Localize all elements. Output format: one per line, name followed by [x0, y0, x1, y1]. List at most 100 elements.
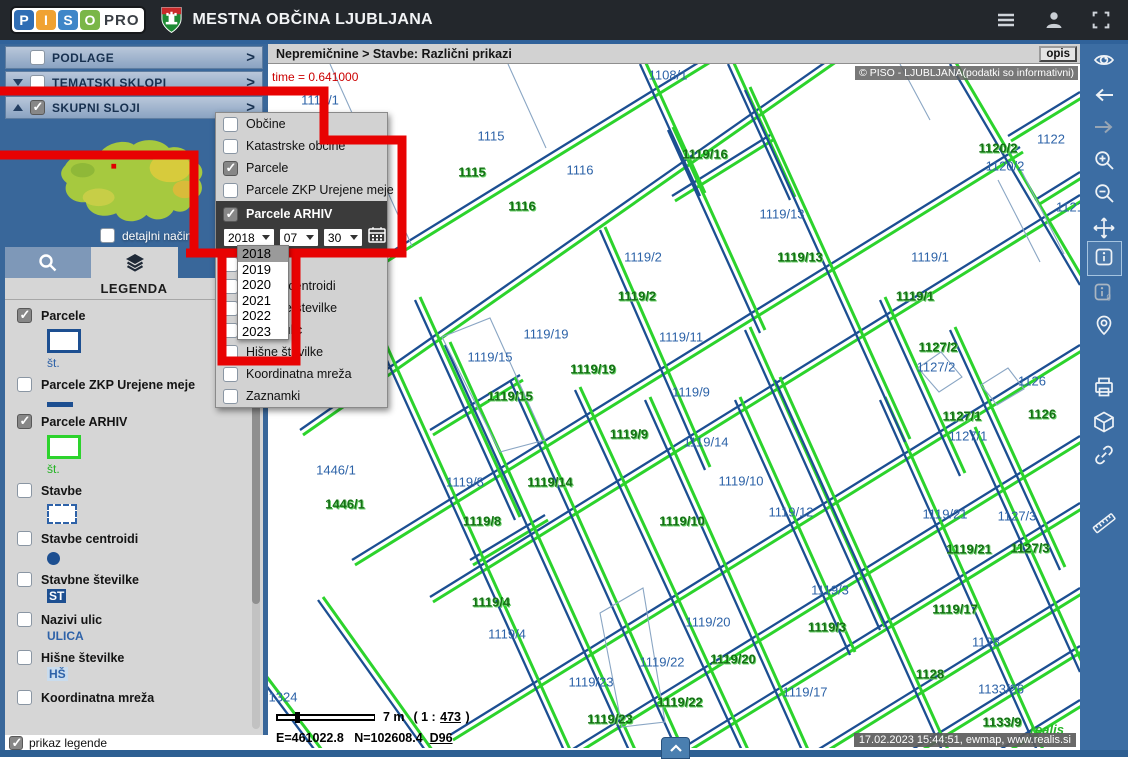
- legend-item-row: Parcele ARHIV: [17, 414, 263, 429]
- parcel-label-current: 1119/17: [782, 685, 827, 700]
- year-option[interactable]: 2022: [238, 308, 288, 324]
- parcel-label-archive: 1119/8: [463, 514, 501, 529]
- legend-item: Stavbe centroidi: [17, 531, 263, 565]
- year-option[interactable]: 2018: [238, 246, 288, 262]
- datum-link[interactable]: D96: [430, 731, 453, 745]
- menu-item-checkbox[interactable]: [223, 323, 238, 338]
- legend-label: Koordinatna mreža: [41, 691, 154, 705]
- legend-label: Parcele ARHIV: [41, 415, 127, 429]
- menu-item-label: Parcele ARHIV: [246, 207, 332, 221]
- legend-checkbox[interactable]: [17, 690, 32, 705]
- panel-tematski-sklopi[interactable]: TEMATSKI SKLOPI >: [5, 71, 263, 94]
- parcel-label-archive: 1119/21: [946, 542, 992, 557]
- legend-checkbox[interactable]: [17, 572, 32, 587]
- parcel-label-archive: 1120/2: [978, 141, 1017, 156]
- expand-bottom-panel-button[interactable]: [661, 737, 690, 759]
- parcel-label-current: 1120/2: [986, 159, 1025, 174]
- legend-checkbox[interactable]: [17, 308, 32, 323]
- measure-ruler-icon[interactable]: [1092, 511, 1116, 535]
- legend-checkbox[interactable]: [17, 612, 32, 627]
- collapse-icon[interactable]: [13, 79, 23, 86]
- search-icon: [36, 251, 60, 275]
- parcel-label-archive: 1127/2: [918, 340, 957, 355]
- panel-checkbox[interactable]: [30, 75, 45, 90]
- scale-ratio-link[interactable]: 473: [440, 710, 461, 724]
- back-arrow-icon[interactable]: [1092, 83, 1116, 107]
- menu-item-checkbox[interactable]: [223, 389, 238, 404]
- menu-icon[interactable]: [994, 8, 1018, 32]
- menu-item-checkbox[interactable]: [223, 183, 238, 198]
- menu-item[interactable]: Koordinatna mreža: [216, 363, 387, 385]
- menu-item-checkbox[interactable]: [223, 161, 238, 176]
- parcel-label-current: 1119/1: [911, 250, 949, 265]
- legend-checkbox[interactable]: [17, 531, 32, 546]
- user-icon[interactable]: [1042, 8, 1066, 32]
- legend-label: Parcele: [41, 309, 85, 323]
- menu-item-checkbox[interactable]: [223, 139, 238, 154]
- link-icon[interactable]: [1092, 443, 1116, 467]
- collapse-icon[interactable]: [13, 104, 23, 111]
- panel-checkbox[interactable]: [30, 100, 45, 115]
- menu-item-checkbox[interactable]: [223, 257, 238, 272]
- menu-item-checkbox[interactable]: [223, 367, 238, 382]
- identify-icon[interactable]: [1092, 245, 1116, 269]
- legend-swatch: [47, 329, 81, 353]
- menu-item-checkbox[interactable]: [223, 117, 238, 132]
- chevron-right-icon[interactable]: >: [246, 75, 255, 90]
- pan-icon[interactable]: [1092, 216, 1116, 240]
- identify-group-icon[interactable]: g: [1092, 280, 1116, 304]
- piso-pro-logo[interactable]: P I S O PRO: [10, 6, 146, 34]
- legend-checkbox[interactable]: [17, 414, 32, 429]
- day-select[interactable]: 30: [323, 228, 363, 247]
- locate-pin-icon[interactable]: [1092, 313, 1116, 337]
- legend-item: Nazivi ulicULICA: [17, 612, 263, 643]
- show-legend-checkbox[interactable]: [9, 736, 23, 750]
- menu-item[interactable]: Zaznamki: [216, 385, 387, 407]
- map-canvas[interactable]: 1113/11108/11115111611221120/211211119/1…: [268, 64, 1080, 748]
- menu-item[interactable]: Hišne številke: [216, 341, 387, 363]
- year-option[interactable]: 2020: [238, 277, 288, 293]
- menu-item-checkbox[interactable]: [223, 301, 238, 316]
- chevron-right-icon[interactable]: >: [246, 50, 255, 65]
- breadcrumb: Nepremičnine > Stavbe: Različni prikazi: [276, 47, 512, 61]
- calendar-icon[interactable]: [367, 226, 387, 249]
- parcel-label-current: 1126: [1018, 374, 1046, 389]
- legend-checkbox[interactable]: [17, 483, 32, 498]
- zoom-in-icon[interactable]: [1092, 148, 1116, 172]
- forward-arrow-icon[interactable]: [1092, 115, 1116, 139]
- menu-item-checkbox[interactable]: [223, 279, 238, 294]
- legend-item-row: Koordinatna mreža: [17, 690, 263, 705]
- tab-layers[interactable]: [91, 247, 178, 278]
- menu-item[interactable]: Katastrske občine: [216, 135, 387, 157]
- tab-search[interactable]: [5, 247, 91, 278]
- zoom-out-icon[interactable]: [1092, 181, 1116, 205]
- parcel-label-archive: 1119/20: [710, 652, 756, 667]
- parcel-label-current: 1119/2: [624, 250, 662, 265]
- year-option[interactable]: 2019: [238, 262, 288, 278]
- print-icon[interactable]: [1092, 375, 1116, 399]
- visibility-icon[interactable]: [1092, 48, 1116, 72]
- menu-item[interactable]: Parcele: [216, 157, 387, 179]
- menu-item[interactable]: Občine: [216, 113, 387, 135]
- opis-button[interactable]: opis: [1039, 46, 1077, 62]
- year-option[interactable]: 2023: [238, 324, 288, 340]
- legend-checkbox[interactable]: [17, 377, 32, 392]
- window-bottom-border: [0, 750, 1128, 757]
- 3d-cube-icon[interactable]: [1092, 410, 1116, 434]
- detail-mode-checkbox[interactable]: [100, 228, 115, 243]
- menu-item-checkbox[interactable]: [223, 207, 238, 222]
- menu-item-label: Koordinatna mreža: [246, 367, 352, 381]
- legend-item: Stavbe: [17, 483, 263, 524]
- legend-checkbox[interactable]: [17, 650, 32, 665]
- year-option[interactable]: 2021: [238, 293, 288, 309]
- panel-podlage[interactable]: PODLAGE >: [5, 46, 263, 69]
- slovenia-overview-map[interactable]: [28, 124, 233, 226]
- panel-checkbox[interactable]: [30, 50, 45, 65]
- app-title: MESTNA OBČINA LJUBLJANA: [193, 11, 433, 29]
- menu-item[interactable]: Parcele ARHIV: [216, 203, 387, 225]
- menu-item[interactable]: Parcele ZKP Urejene meje: [216, 179, 387, 201]
- parcel-label-archive: 1119/16: [682, 147, 728, 162]
- menu-item-checkbox[interactable]: [223, 345, 238, 360]
- fullscreen-icon[interactable]: [1090, 9, 1112, 31]
- parcel-label-archive: 1119/13: [777, 250, 823, 265]
